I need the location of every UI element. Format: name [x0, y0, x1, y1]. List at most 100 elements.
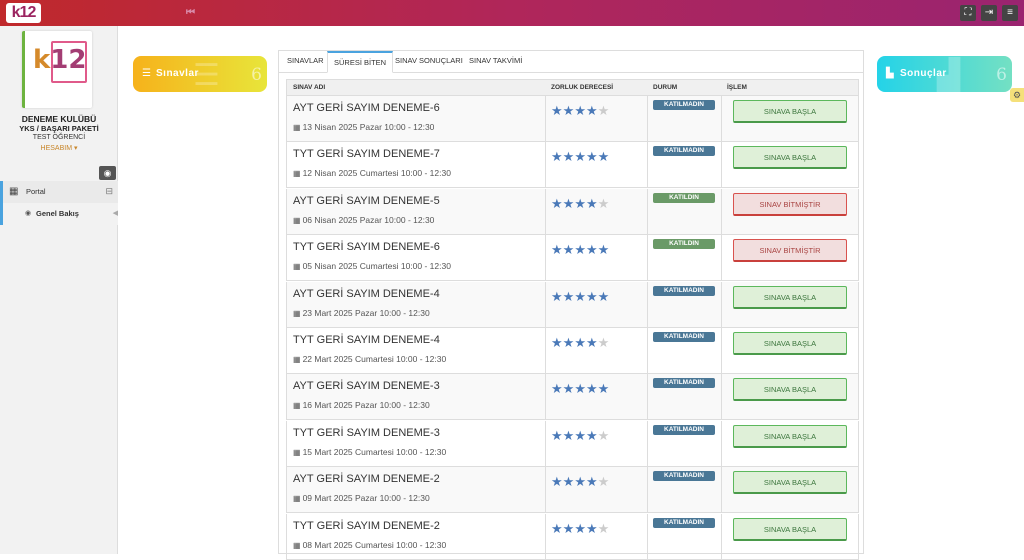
star-icon: ★ [562, 335, 575, 350]
difficulty-stars: ★★★★★ [551, 103, 609, 119]
col-action[interactable]: İŞLEM [727, 84, 747, 91]
tab-bar: SINAVLAR SÜRESİ BİTEN SINAV SONUÇLARI SI… [279, 51, 863, 73]
exam-date-wrap: ▦ 08 Mart 2025 Cumartesi 10:00 - 12:30 [293, 540, 446, 550]
package-name: YKS / BAŞARI PAKETİ [19, 124, 99, 133]
star-icon: ★ [597, 427, 610, 443]
exam-date: 22 Mart 2025 Cumartesi 10:00 - 12:30 [302, 354, 447, 364]
col-difficulty[interactable]: ZORLUK DERECESİ [551, 84, 613, 91]
exam-ended-button[interactable]: SINAV BİTMİŞTİR [733, 192, 847, 216]
exam-date-wrap: ▦ 12 Nisan 2025 Cumartesi 10:00 - 12:30 [293, 168, 451, 178]
star-icon: ★ [562, 474, 575, 490]
star-icon: ★ [551, 149, 563, 165]
start-exam-button[interactable]: SINAVA BAŞLA [733, 146, 847, 170]
col-status[interactable]: DURUM [653, 84, 677, 91]
exams-card[interactable]: ☰ ☰ Sınavlar 6 [133, 56, 267, 92]
exam-name: AYT GERİ SAYIM DENEME-6 [293, 102, 440, 114]
tab-sinavlar[interactable]: SINAVLAR [281, 51, 330, 73]
logout-icon[interactable]: ⇥ [981, 5, 997, 21]
sidebar-item-genel-bakis[interactable]: ◉ Genel Bakış ◀ [0, 203, 118, 225]
start-exam-button[interactable]: SINAVA BAŞLA [733, 332, 847, 355]
table-row: AYT GERİ SAYIM DENEME-2 ▦ 09 Mart 2025 Paz… [286, 467, 859, 514]
exam-name: AYT GERİ SAYIM DENEME-5 [293, 194, 440, 207]
exam-name: TYT GERİ SAYIM DENEME-4 [293, 334, 440, 346]
difficulty-stars: ★★★★★ [551, 149, 609, 165]
sidebar-item-portal[interactable]: ▦ Portal ⊟ [0, 181, 118, 203]
start-exam-button[interactable]: SINAVA BAŞLA [733, 424, 847, 448]
exams-card-count: 6 [251, 65, 262, 85]
app-logo[interactable]: k12 [6, 3, 41, 23]
exam-date: 08 Mart 2025 Cumartesi 10:00 - 12:30 [302, 539, 447, 550]
table-row: TYT GERİ SAYIM DENEME-2 ▦ 08 Mart 2025 Cum… [286, 513, 859, 560]
table-row: TYT GERİ SAYIM DENEME-3 ▦ 15 Mart 2025 Cum… [286, 420, 859, 467]
star-icon: ★ [574, 520, 586, 536]
exam-date-wrap: ▦ 09 Mart 2025 Pazar 10:00 - 12:30 [293, 493, 430, 503]
star-icon: ★ [585, 103, 598, 118]
status-badge: KATILMADIN [653, 471, 715, 482]
difficulty-stars: ★★★★★ [551, 335, 609, 351]
club-name: DENEME KULÜBÜ [21, 114, 97, 124]
star-icon: ★ [585, 335, 598, 350]
status-badge: KATILMADIN [653, 378, 715, 389]
star-icon: ★ [574, 335, 586, 350]
star-icon: ★ [551, 242, 563, 258]
exam-date-wrap: ▦ 15 Mart 2025 Cumartesi 10:00 - 12:30 [293, 447, 446, 457]
exam-name: AYT GERİ SAYIM DENEME-4 [293, 287, 440, 300]
table-row: AYT GERİ SAYIM DENEME-5 ▦ 06 Nisan 2025 Pa… [286, 188, 859, 235]
exam-name: TYT GERİ SAYIM DENEME-3 [293, 426, 440, 439]
col-exam-name[interactable]: SINAV ADI [293, 84, 325, 91]
star-icon: ★ [574, 474, 586, 490]
sidebar-toggle-icon[interactable]: ◉ [99, 166, 116, 180]
start-exam-button[interactable]: SINAVA BAŞLA [733, 378, 847, 402]
table-row: TYT GERİ SAYIM DENEME-7 ▦ 12 Nisan 2025 Cu… [286, 142, 859, 189]
star-icon: ★ [551, 288, 563, 304]
exam-date: 15 Mart 2025 Cumartesi 10:00 - 12:30 [302, 446, 447, 457]
sidebar-item-label: Genel Bakış [36, 209, 79, 218]
exam-date-wrap: ▦ 06 Nisan 2025 Pazar 10:00 - 12:30 [293, 215, 434, 225]
exam-date-wrap: ▦ 23 Mart 2025 Pazar 10:00 - 12:30 [293, 308, 430, 318]
star-icon: ★ [574, 103, 586, 118]
calendar-icon: ▦ [293, 540, 301, 550]
status-badge: KATILMADIN [653, 146, 715, 157]
exam-date: 16 Mart 2025 Pazar 10:00 - 12:30 [302, 400, 430, 411]
start-exam-button[interactable]: SINAVA BAŞLA [733, 285, 847, 309]
tab-suresi-biten[interactable]: SÜRESİ BİTEN [327, 51, 394, 73]
exam-ended-button[interactable]: SINAV BİTMİŞTİR [733, 239, 847, 263]
calendar-icon: ▦ [293, 215, 301, 225]
settings-gear-icon[interactable]: ⚙ [1010, 88, 1024, 102]
star-icon: ★ [574, 195, 586, 211]
start-exam-button[interactable]: SINAVA BAŞLA [733, 100, 847, 123]
k12-logo: k12 [33, 41, 87, 91]
difficulty-stars: ★★★★★ [551, 521, 609, 537]
tab-sinav-takvimi[interactable]: SINAV TAKVİMİ [463, 51, 528, 73]
calendar-icon: ▦ [293, 401, 301, 411]
tab-sinav-sonuclari[interactable]: SINAV SONUÇLARI [389, 51, 469, 73]
minus-icon[interactable]: ⊟ [105, 186, 113, 197]
exam-date-wrap: ▦ 05 Nisan 2025 Cumartesi 10:00 - 12:30 [293, 261, 451, 271]
start-exam-button[interactable]: SINAVA BAŞLA [733, 471, 847, 495]
calendar-icon: ▦ [293, 355, 301, 364]
star-icon: ★ [585, 427, 598, 443]
account-link[interactable]: HESABIM ▾ [0, 144, 118, 152]
star-icon: ★ [585, 381, 598, 397]
collapse-icon[interactable]: ⏮ [186, 7, 195, 18]
star-icon: ★ [585, 195, 598, 211]
star-icon: ★ [585, 474, 598, 490]
status-badge: KATILDIN [653, 192, 715, 203]
star-icon: ★ [551, 427, 563, 443]
table-row: AYT GERİ SAYIM DENEME-4 ▦ 23 Mart 2025 Paz… [286, 281, 859, 328]
fullscreen-icon[interactable]: ⛶ [960, 5, 976, 21]
star-icon: ★ [551, 335, 563, 350]
menu-icon[interactable]: ≡ [1002, 5, 1018, 21]
grid-icon: ▦ [9, 186, 19, 197]
star-icon: ★ [597, 195, 610, 211]
star-icon: ★ [562, 242, 575, 258]
star-icon: ★ [551, 103, 563, 118]
exam-date: 06 Nisan 2025 Pazar 10:00 - 12:30 [302, 214, 435, 225]
results-card[interactable]: ▟ ▙ Sonuçlar 6 [877, 56, 1012, 92]
calendar-icon: ▦ [293, 494, 301, 504]
star-icon: ★ [597, 242, 610, 258]
table-row: AYT GERİ SAYIM DENEME-6 ▦ 13 Nisan 2025 Pa… [286, 96, 859, 142]
sidebar-item-label: Portal [26, 187, 46, 196]
exam-date: 23 Mart 2025 Pazar 10:00 - 12:30 [302, 307, 430, 318]
start-exam-button[interactable]: SINAVA BAŞLA [733, 517, 847, 541]
